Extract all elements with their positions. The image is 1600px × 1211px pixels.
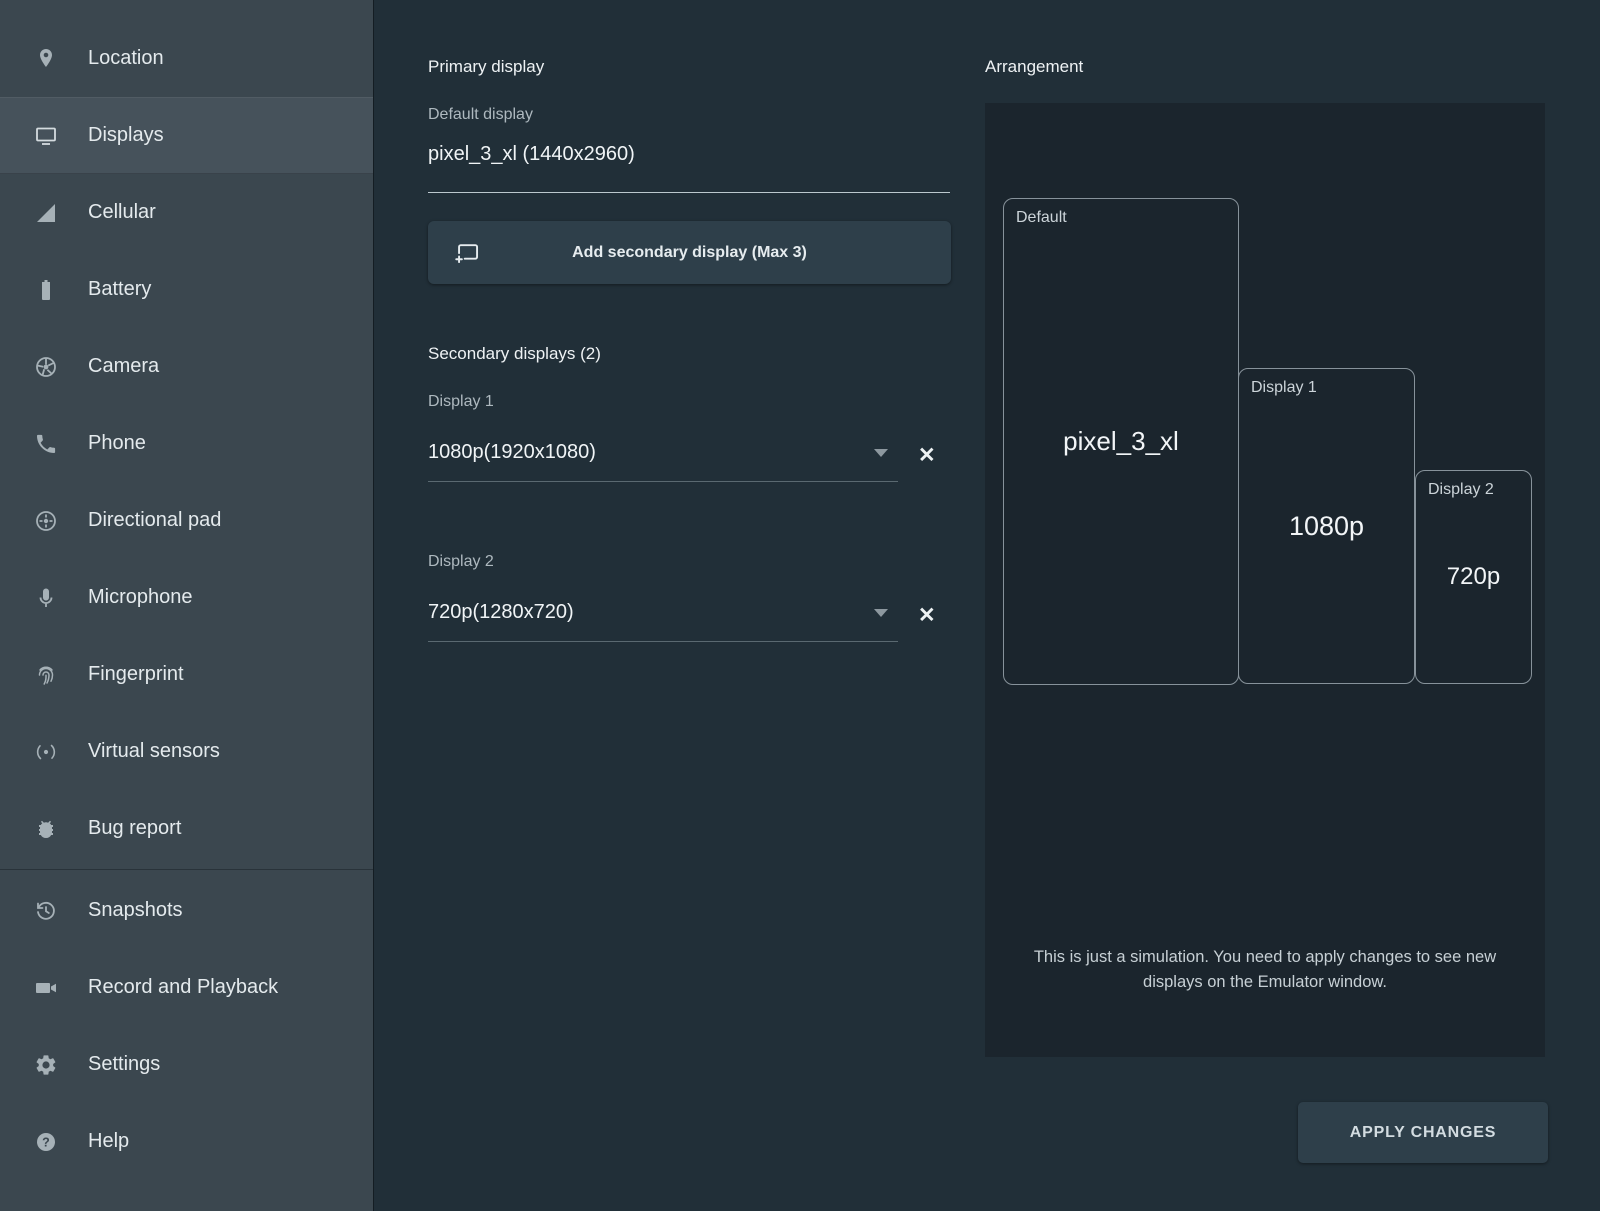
display-2-underline	[428, 641, 898, 642]
default-display-value[interactable]: pixel_3_xl (1440x2960)	[428, 143, 635, 166]
settings-gear-icon	[34, 1053, 58, 1077]
camera-icon	[34, 355, 58, 379]
arrangement-box-value: pixel_3_xl	[1004, 199, 1238, 684]
add-secondary-display-button[interactable]: Add secondary display (Max 3)	[428, 221, 951, 284]
sidebar-item-battery[interactable]: Battery	[0, 251, 373, 328]
sidebar-item-label: Displays	[88, 124, 164, 147]
arrangement-box-value: 720p	[1416, 471, 1531, 683]
sidebar-item-label: Help	[88, 1130, 129, 1153]
battery-icon	[34, 278, 58, 302]
microphone-icon	[34, 586, 58, 610]
sidebar-item-label: Record and Playback	[88, 976, 278, 999]
sidebar-item-snapshots[interactable]: Snapshots	[0, 872, 373, 949]
sidebar-item-label: Snapshots	[88, 899, 183, 922]
snapshots-icon	[34, 899, 58, 923]
sidebar-item-label: Phone	[88, 432, 146, 455]
help-icon: ?	[34, 1130, 58, 1154]
display-1-remove-icon[interactable]: ✕	[918, 445, 936, 466]
sidebar-item-directional-pad[interactable]: Directional pad	[0, 482, 373, 559]
display-1-label: Display 1	[428, 393, 494, 411]
sidebar-item-camera[interactable]: Camera	[0, 328, 373, 405]
location-pin-icon	[34, 47, 58, 71]
sidebar-item-phone[interactable]: Phone	[0, 405, 373, 482]
bug-icon	[34, 817, 58, 841]
sidebar-item-settings[interactable]: Settings	[0, 1026, 373, 1103]
sidebar-item-label: Directional pad	[88, 509, 221, 532]
display-1-resolution-select[interactable]: 1080p(1920x1080)	[428, 441, 596, 464]
sidebar-item-record-and-playback[interactable]: Record and Playback	[0, 949, 373, 1026]
fingerprint-icon	[34, 663, 58, 687]
secondary-displays-section-title: Secondary displays (2)	[428, 344, 601, 364]
sidebar-item-label: Bug report	[88, 817, 181, 840]
sidebar-item-label: Fingerprint	[88, 663, 184, 686]
default-display-underline	[428, 192, 950, 193]
display-2-resolution-select[interactable]: 720p(1280x720)	[428, 601, 574, 624]
virtual-sensors-icon	[34, 740, 58, 764]
sidebar-item-label: Cellular	[88, 201, 156, 224]
arrangement-box-value: 1080p	[1239, 369, 1414, 683]
sidebar-item-microphone[interactable]: Microphone	[0, 559, 373, 636]
arrangement-box-display-2: Display 2 720p	[1415, 470, 1532, 684]
svg-text:?: ?	[42, 1135, 50, 1149]
sidebar-item-cellular[interactable]: Cellular	[0, 174, 373, 251]
sidebar-item-label: Settings	[88, 1053, 160, 1076]
dpad-icon	[34, 509, 58, 533]
apply-changes-button[interactable]: APPLY CHANGES	[1298, 1102, 1548, 1163]
display-2-remove-icon[interactable]: ✕	[918, 605, 936, 626]
display-2-dropdown-chevron-icon[interactable]	[874, 609, 888, 617]
sidebar-item-label: Virtual sensors	[88, 740, 220, 763]
sidebar-item-fingerprint[interactable]: Fingerprint	[0, 636, 373, 713]
sidebar-item-virtual-sensors[interactable]: Virtual sensors	[0, 713, 373, 790]
sidebar-item-displays[interactable]: Displays	[0, 97, 373, 174]
record-icon	[34, 976, 58, 1000]
display-1-underline	[428, 481, 898, 482]
cellular-icon	[34, 201, 58, 225]
sidebar-item-location[interactable]: Location	[0, 20, 373, 97]
add-secondary-display-label: Add secondary display (Max 3)	[572, 244, 807, 261]
sidebar-item-help[interactable]: ? Help	[0, 1103, 373, 1180]
arrangement-panel: Default pixel_3_xl Display 1 1080p Displ…	[985, 103, 1545, 1057]
sidebar-item-label: Battery	[88, 278, 151, 301]
add-display-icon	[454, 239, 481, 266]
sidebar-item-label: Camera	[88, 355, 159, 378]
displays-icon	[34, 124, 58, 148]
default-display-label: Default display	[428, 106, 533, 124]
sidebar-divider	[0, 869, 373, 870]
arrangement-section-title: Arrangement	[985, 57, 1083, 77]
primary-display-section-title: Primary display	[428, 57, 544, 77]
phone-icon	[34, 432, 58, 456]
arrangement-box-display-1: Display 1 1080p	[1238, 368, 1415, 684]
display-1-dropdown-chevron-icon[interactable]	[874, 449, 888, 457]
sidebar-item-label: Microphone	[88, 586, 193, 609]
simulation-note: This is just a simulation. You need to a…	[1025, 945, 1505, 995]
sidebar: Location Displays Cellular Battery Camer…	[0, 0, 374, 1211]
arrangement-box-default: Default pixel_3_xl	[1003, 198, 1239, 685]
display-2-label: Display 2	[428, 553, 494, 571]
sidebar-item-bug-report[interactable]: Bug report	[0, 790, 373, 867]
sidebar-item-label: Location	[88, 47, 164, 70]
